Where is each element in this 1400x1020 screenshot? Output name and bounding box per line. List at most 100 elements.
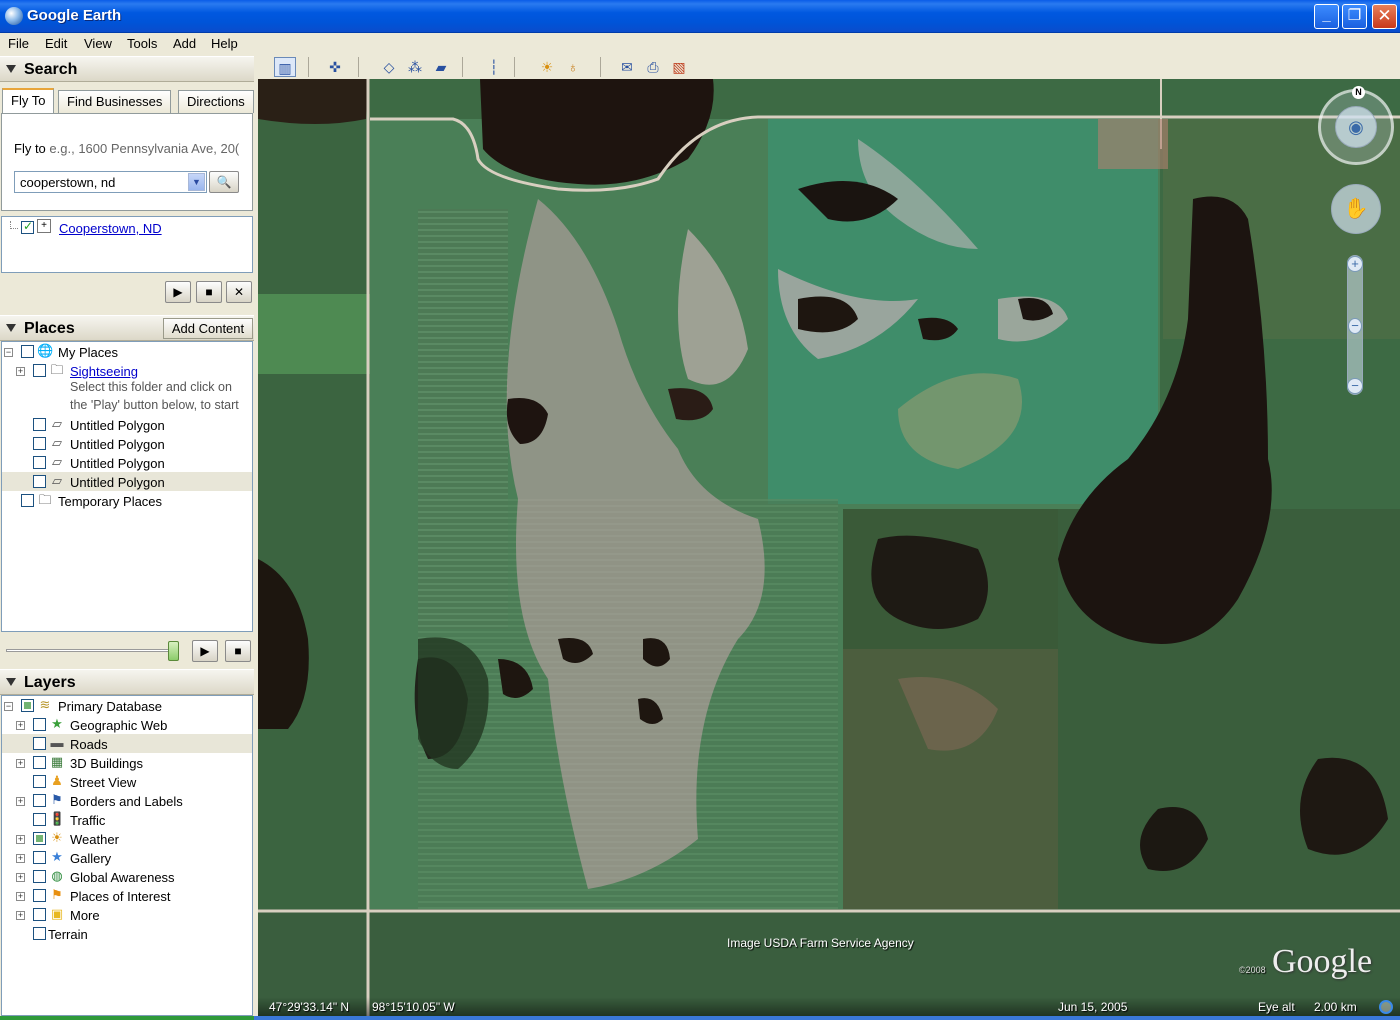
sidebar-toggle-icon[interactable]: ▥ (274, 57, 296, 77)
tree-item-my-places[interactable]: − 🌐 My Places (2, 343, 252, 362)
ruler-icon[interactable]: ┆ (483, 57, 505, 77)
clear-button[interactable]: ✕ (226, 281, 252, 303)
my-places-checkbox[interactable] (21, 345, 34, 358)
collapse-toggle[interactable]: − (4, 702, 13, 711)
layer-item-geographic-web[interactable]: + ★ Geographic Web (2, 716, 252, 735)
layer-item-global-awareness[interactable]: + ◍ Global Awareness (2, 868, 252, 887)
menu-view[interactable]: View (84, 36, 112, 51)
slider-handle[interactable] (168, 641, 179, 661)
layer-checkbox[interactable] (33, 813, 46, 826)
temporary-places-checkbox[interactable] (21, 494, 34, 507)
layer-checkbox[interactable] (33, 794, 46, 807)
tree-item-polygon[interactable]: ▱ Untitled Polygon (2, 454, 252, 473)
layer-item-traffic[interactable]: 🚦 Traffic (2, 811, 252, 830)
print-icon[interactable]: ⎙ (642, 57, 664, 77)
polygon-checkbox[interactable] (33, 418, 46, 431)
sky-planet-icon[interactable]: ♁ (562, 57, 584, 77)
menu-edit[interactable]: Edit (45, 36, 67, 51)
layer-checkbox[interactable] (33, 851, 46, 864)
tab-fly-to[interactable]: Fly To (2, 88, 55, 114)
result-link[interactable]: Cooperstown, ND (59, 221, 162, 236)
tree-item-polygon[interactable]: ▱ Untitled Polygon (2, 416, 252, 435)
view-in-maps-icon[interactable]: ▧ (668, 57, 690, 77)
expand-toggle[interactable]: + (16, 759, 25, 768)
layer-checkbox[interactable] (33, 756, 46, 769)
menu-file[interactable]: File (8, 36, 29, 51)
layer-item-3d-buildings[interactable]: + ▦ 3D Buildings (2, 754, 252, 773)
search-input[interactable]: cooperstown, nd ▼ (14, 171, 207, 193)
add-content-button[interactable]: Add Content (163, 318, 253, 339)
places-panel-header[interactable]: Places Add Content (0, 315, 254, 341)
layer-item-more[interactable]: + ▣ More (2, 906, 252, 925)
layers-panel-header[interactable]: Layers (0, 669, 254, 695)
tour-speed-slider[interactable] (6, 649, 178, 652)
places-play-button[interactable]: ▶ (192, 640, 218, 662)
zoom-in-icon[interactable]: + (1347, 256, 1363, 272)
add-placemark-icon[interactable]: ✜ (324, 57, 346, 77)
search-result-item[interactable]: + Cooperstown, ND (2, 219, 252, 238)
tab-find-businesses[interactable]: Find Businesses (58, 90, 172, 113)
polygon-checkbox[interactable] (33, 456, 46, 469)
zoom-slider[interactable]: + − − (1347, 255, 1363, 395)
layer-checkbox[interactable] (33, 870, 46, 883)
tree-item-temporary-places[interactable]: 🗀 Temporary Places (2, 492, 252, 511)
layer-checkbox[interactable] (33, 832, 46, 845)
collapse-toggle[interactable]: − (4, 348, 13, 357)
layer-item-roads[interactable]: ▬ Roads (2, 735, 252, 754)
zoom-out-icon[interactable]: − (1347, 378, 1363, 394)
menu-help[interactable]: Help (211, 36, 238, 51)
sightseeing-link[interactable]: Sightseeing (70, 364, 138, 379)
look-compass[interactable]: N ◉ (1318, 86, 1394, 165)
email-icon[interactable]: ✉ (616, 57, 638, 77)
expand-toggle[interactable]: + (16, 873, 25, 882)
zoom-handle[interactable]: − (1348, 318, 1362, 334)
north-indicator[interactable]: N (1352, 86, 1365, 99)
polygon-checkbox[interactable] (33, 475, 46, 488)
layer-checkbox[interactable] (33, 737, 46, 750)
layer-checkbox[interactable] (33, 775, 46, 788)
tree-item-polygon[interactable]: ▱ Untitled Polygon (2, 435, 252, 454)
layer-checkbox[interactable] (33, 927, 46, 940)
layer-item-street-view[interactable]: ♟ Street View (2, 773, 252, 792)
places-stop-button[interactable]: ■ (225, 640, 251, 662)
layer-item-terrain[interactable]: Terrain (2, 925, 252, 944)
layer-checkbox[interactable] (33, 908, 46, 921)
dropdown-arrow-icon[interactable]: ▼ (188, 173, 205, 191)
add-image-overlay-icon[interactable]: ▰ (430, 57, 452, 77)
layer-checkbox[interactable] (21, 699, 34, 712)
tree-item-polygon[interactable]: ▱ Untitled Polygon (2, 473, 252, 492)
expand-toggle[interactable]: + (16, 854, 25, 863)
stop-button[interactable]: ■ (196, 281, 222, 303)
add-polygon-icon[interactable]: ◇ (378, 57, 400, 77)
play-button[interactable]: ▶ (165, 281, 191, 303)
expand-toggle[interactable]: + (16, 797, 25, 806)
expand-toggle[interactable]: + (16, 721, 25, 730)
maximize-button[interactable]: ❐ (1342, 4, 1367, 29)
move-joystick[interactable]: ✋ (1331, 184, 1381, 234)
expand-toggle[interactable]: + (16, 892, 25, 901)
add-path-icon[interactable]: ⁂ (404, 57, 426, 77)
polygon-checkbox[interactable] (33, 437, 46, 450)
tab-directions[interactable]: Directions (178, 90, 254, 113)
expand-toggle[interactable]: + (16, 835, 25, 844)
layer-item-gallery[interactable]: + ★ Gallery (2, 849, 252, 868)
search-button[interactable]: 🔍 (209, 171, 239, 193)
sightseeing-checkbox[interactable] (33, 364, 46, 377)
close-button[interactable]: ✕ (1372, 4, 1397, 29)
minimize-button[interactable]: _ (1314, 4, 1339, 29)
menu-add[interactable]: Add (173, 36, 196, 51)
layer-item-weather[interactable]: + ☀ Weather (2, 830, 252, 849)
expand-toggle[interactable]: + (16, 367, 25, 376)
expand-toggle[interactable]: + (16, 911, 25, 920)
layer-checkbox[interactable] (33, 889, 46, 902)
search-panel-header[interactable]: Search (0, 56, 254, 82)
eye-icon[interactable]: ◉ (1335, 106, 1377, 148)
result-checkbox[interactable] (21, 219, 34, 234)
tree-item-sightseeing[interactable]: + 🗀 Sightseeing (2, 362, 252, 381)
layer-item-borders-and-labels[interactable]: + ⚑ Borders and Labels (2, 792, 252, 811)
map-view[interactable]: N ◉ ✋ + − − Image USDA Farm Service Agen… (258, 79, 1400, 1016)
menu-tools[interactable]: Tools (127, 36, 157, 51)
layer-item-places-of-interest[interactable]: + ⚑ Places of Interest (2, 887, 252, 906)
layer-item-primary-database[interactable]: − ≋ Primary Database (2, 697, 252, 716)
sunlight-icon[interactable]: ☀ (536, 57, 558, 77)
